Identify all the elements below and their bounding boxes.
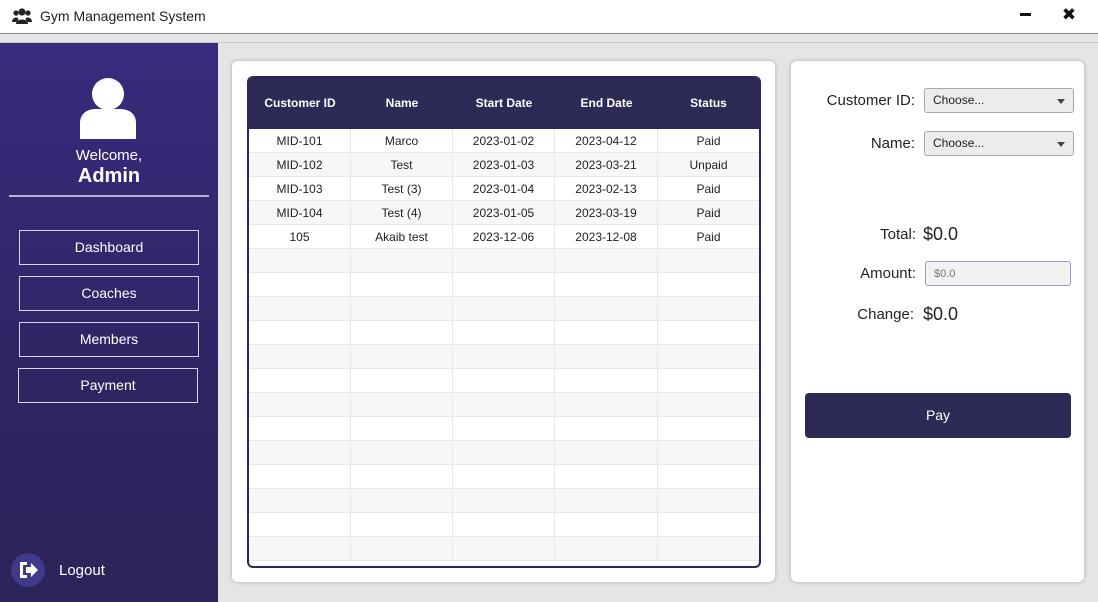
total-label: Total: (880, 226, 916, 243)
empty-row (249, 273, 759, 297)
table-row[interactable]: 105 Akaib test 2023-12-06 2023-12-08 Pai… (249, 225, 759, 249)
close-button[interactable]: ✖ (1058, 4, 1080, 26)
empty-row (249, 441, 759, 465)
chevron-down-icon (1057, 142, 1065, 147)
name-label: Name: (870, 135, 915, 152)
members-button[interactable]: Members (19, 322, 199, 357)
customer-id-select[interactable]: Choose... (924, 88, 1074, 113)
cell-customer-id: MID-103 (249, 177, 351, 201)
minimize-icon (1020, 13, 1031, 16)
cell-start-date: 2023-01-02 (453, 129, 555, 153)
cell-status: Paid (696, 206, 721, 220)
cell-end-date: 2023-02-13 (555, 177, 658, 201)
empty-row (249, 249, 759, 273)
dashboard-button[interactable]: Dashboard (19, 230, 199, 265)
coaches-button[interactable]: Coaches (19, 276, 199, 311)
table-header: Customer ID Name Start Date End Date Sta… (249, 78, 759, 129)
name-select[interactable]: Choose... (924, 131, 1074, 156)
column-header-start-date[interactable]: Start Date (453, 78, 555, 129)
table-row[interactable]: MID-103 Test (3) 2023-01-04 2023-02-13 P… (249, 177, 759, 201)
cell-name: Test (4) (351, 201, 453, 225)
users-icon (12, 8, 32, 24)
cell-end-date: 2023-03-19 (555, 201, 658, 225)
cell-customer-id: 105 (249, 225, 351, 249)
empty-row (249, 393, 759, 417)
user-avatar-icon (80, 78, 136, 139)
minimize-button[interactable] (1014, 6, 1036, 26)
cell-status: Paid (696, 182, 721, 196)
cell-start-date: 2023-12-06 (453, 225, 555, 249)
customer-id-value: Choose... (933, 93, 985, 107)
name-value: Choose... (933, 136, 985, 150)
amount-input[interactable] (925, 261, 1071, 286)
change-label: Change: (857, 306, 914, 323)
title-bar: Gym Management System ✖ (0, 0, 1098, 33)
sidebar-divider (9, 195, 209, 197)
window-title: Gym Management System (40, 8, 206, 24)
cell-name: Marco (351, 129, 453, 153)
user-name: Admin (77, 165, 141, 187)
column-header-status[interactable]: Status (658, 78, 759, 129)
cell-status: Paid (696, 230, 721, 244)
cell-customer-id: MID-102 (249, 153, 351, 177)
empty-row (249, 513, 759, 537)
cell-end-date: 2023-03-21 (555, 153, 658, 177)
empty-row (249, 465, 759, 489)
table-row[interactable]: MID-101 Marco 2023-01-02 2023-04-12 Paid (249, 129, 759, 153)
empty-row (249, 537, 759, 561)
customer-id-label: Customer ID: (826, 92, 915, 109)
amount-label: Amount: (860, 265, 916, 282)
welcome-text: Welcome, (75, 147, 143, 164)
change-value: $0.0 (923, 304, 959, 324)
logout-label[interactable]: Logout (59, 562, 105, 579)
cell-start-date: 2023-01-04 (453, 177, 555, 201)
cell-name: Test (351, 153, 453, 177)
cell-status: Paid (696, 134, 721, 148)
empty-row (249, 345, 759, 369)
cell-customer-id: MID-104 (249, 201, 351, 225)
payment-table[interactable]: Customer ID Name Start Date End Date Sta… (247, 76, 761, 568)
logout-button[interactable] (11, 553, 45, 587)
table-body: MID-101 Marco 2023-01-02 2023-04-12 Paid… (249, 129, 759, 561)
pay-button[interactable]: Pay (805, 393, 1071, 438)
empty-row (249, 321, 759, 345)
cell-start-date: 2023-01-03 (453, 153, 555, 177)
table-row[interactable]: MID-102 Test 2023-01-03 2023-03-21 Unpai… (249, 153, 759, 177)
close-icon: ✖ (1061, 5, 1077, 24)
title-divider (0, 33, 1098, 43)
empty-row (249, 489, 759, 513)
cell-end-date: 2023-12-08 (555, 225, 658, 249)
sidebar: Welcome, Admin Dashboard Coaches Members… (0, 43, 218, 602)
column-header-end-date[interactable]: End Date (555, 78, 658, 129)
cell-end-date: 2023-04-12 (555, 129, 658, 153)
column-header-name[interactable]: Name (351, 78, 453, 129)
logout-icon (20, 562, 38, 578)
empty-row (249, 369, 759, 393)
total-value: $0.0 (923, 224, 959, 244)
cell-customer-id: MID-101 (249, 129, 351, 153)
empty-row (249, 417, 759, 441)
table-row[interactable]: MID-104 Test (4) 2023-01-05 2023-03-19 P… (249, 201, 759, 225)
column-header-customer-id[interactable]: Customer ID (249, 78, 351, 129)
cell-name: Akaib test (351, 225, 453, 249)
cell-start-date: 2023-01-05 (453, 201, 555, 225)
chevron-down-icon (1057, 99, 1065, 104)
payment-button[interactable]: Payment (18, 368, 198, 403)
cell-status: Unpaid (689, 158, 728, 172)
empty-row (249, 297, 759, 321)
cell-name: Test (3) (351, 177, 453, 201)
